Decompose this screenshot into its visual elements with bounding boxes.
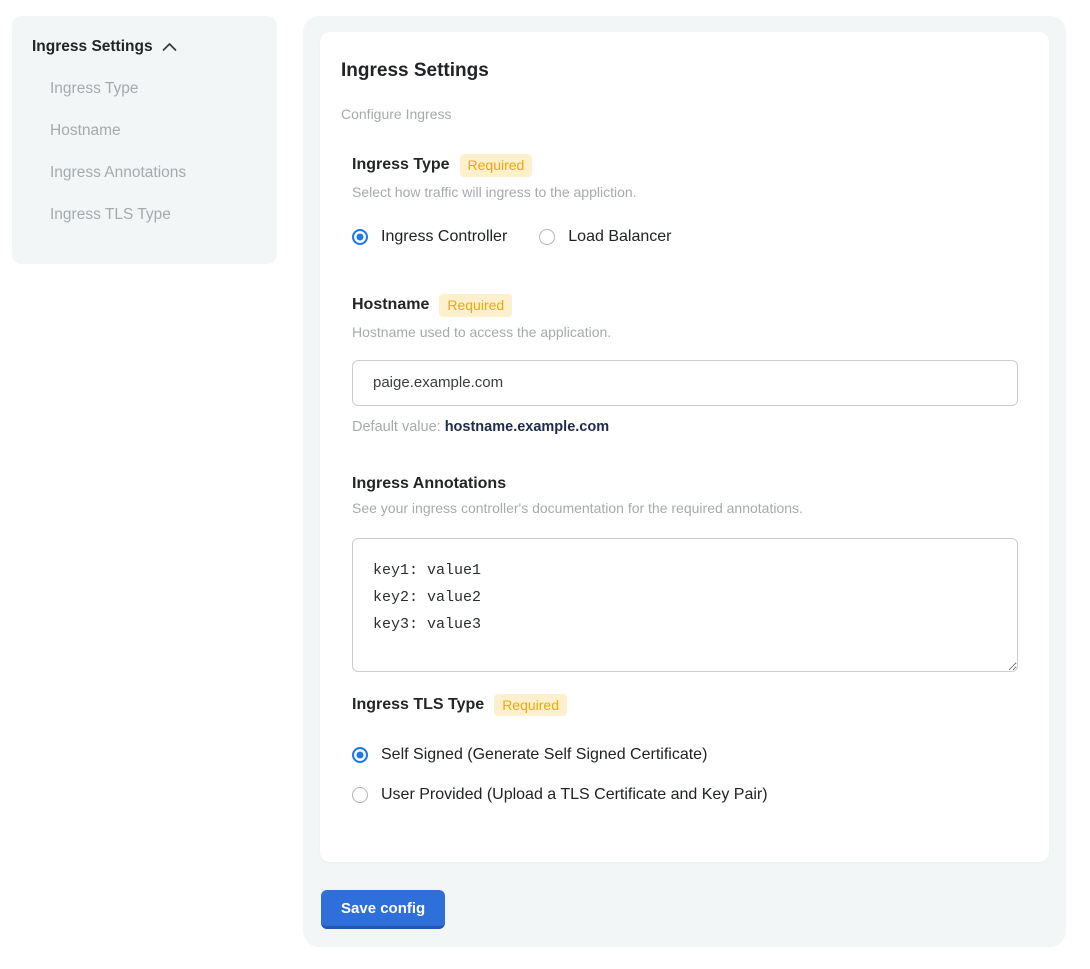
radio-option-user-provided[interactable]: User Provided (Upload a TLS Certificate … bbox=[352, 786, 1018, 804]
radio-option-ingress-controller[interactable]: Ingress Controller bbox=[352, 228, 507, 246]
sidebar-item-ingress-annotations[interactable]: Ingress Annotations bbox=[50, 152, 257, 194]
field-description: See your ingress controller's documentat… bbox=[352, 500, 1018, 516]
sidebar-section-toggle[interactable]: Ingress Settings bbox=[32, 38, 257, 56]
default-value-hint: Default value: hostname.example.com bbox=[352, 419, 1018, 435]
section-ingress-type: Ingress Type Required Select how traffic… bbox=[352, 154, 1018, 246]
radio-label: Ingress Controller bbox=[381, 228, 507, 246]
radio-label: User Provided (Upload a TLS Certificate … bbox=[381, 786, 768, 804]
radio-option-load-balancer[interactable]: Load Balancer bbox=[539, 228, 671, 246]
field-label: Hostname bbox=[352, 296, 429, 314]
field-label: Ingress Type bbox=[352, 156, 450, 174]
field-label-row: Ingress TLS Type Required bbox=[352, 694, 1018, 717]
ingress-type-radio-group: Ingress Controller Load Balancer bbox=[352, 228, 1018, 246]
page: { "sidebar": { "title": "Ingress Setting… bbox=[0, 0, 1090, 969]
default-value-label: Default value: bbox=[352, 419, 441, 435]
sidebar-section-title: Ingress Settings bbox=[32, 38, 153, 56]
load-balancer-radio[interactable] bbox=[539, 229, 555, 245]
page-subtitle: Configure Ingress bbox=[341, 106, 1018, 122]
sidebar-list: Ingress Type Hostname Ingress Annotation… bbox=[50, 68, 257, 236]
sidebar: Ingress Settings Ingress Type Hostname I… bbox=[12, 16, 277, 264]
field-label-row: Ingress Annotations bbox=[352, 475, 1018, 493]
field-description: Select how traffic will ingress to the a… bbox=[352, 184, 1018, 200]
required-badge: Required bbox=[494, 694, 567, 717]
page-title: Ingress Settings bbox=[341, 60, 1018, 82]
annotations-textarea[interactable]: key1: value1 key2: value2 key3: value3 bbox=[352, 538, 1018, 672]
tls-type-radio-group: Self Signed (Generate Self Signed Certif… bbox=[352, 746, 1018, 804]
ingress-controller-radio[interactable] bbox=[352, 229, 368, 245]
required-badge: Required bbox=[439, 294, 512, 317]
section-ingress-annotations: Ingress Annotations See your ingress con… bbox=[352, 475, 1018, 672]
settings-card: Ingress Settings Configure Ingress Ingre… bbox=[320, 32, 1049, 862]
section-hostname: Hostname Required Hostname used to acces… bbox=[352, 294, 1018, 435]
field-label: Ingress Annotations bbox=[352, 475, 506, 493]
user-provided-radio[interactable] bbox=[352, 787, 368, 803]
required-badge: Required bbox=[460, 154, 533, 177]
field-description: Hostname used to access the application. bbox=[352, 324, 1018, 340]
field-label-row: Ingress Type Required bbox=[352, 154, 1018, 177]
sidebar-item-ingress-tls-type[interactable]: Ingress TLS Type bbox=[50, 194, 257, 236]
sidebar-item-hostname[interactable]: Hostname bbox=[50, 110, 257, 152]
field-label-row: Hostname Required bbox=[352, 294, 1018, 317]
save-config-button[interactable]: Save config bbox=[321, 890, 445, 929]
field-label: Ingress TLS Type bbox=[352, 696, 484, 714]
chevron-up-icon bbox=[162, 42, 177, 52]
default-value-text: hostname.example.com bbox=[445, 419, 609, 435]
hostname-input[interactable] bbox=[352, 360, 1018, 406]
radio-option-self-signed[interactable]: Self Signed (Generate Self Signed Certif… bbox=[352, 746, 1018, 764]
sidebar-item-ingress-type[interactable]: Ingress Type bbox=[50, 68, 257, 110]
settings-panel: Ingress Settings Configure Ingress Ingre… bbox=[303, 16, 1066, 947]
radio-label: Self Signed (Generate Self Signed Certif… bbox=[381, 746, 707, 764]
self-signed-radio[interactable] bbox=[352, 747, 368, 763]
section-ingress-tls-type: Ingress TLS Type Required Self Signed (G… bbox=[352, 694, 1018, 805]
radio-label: Load Balancer bbox=[568, 228, 671, 246]
